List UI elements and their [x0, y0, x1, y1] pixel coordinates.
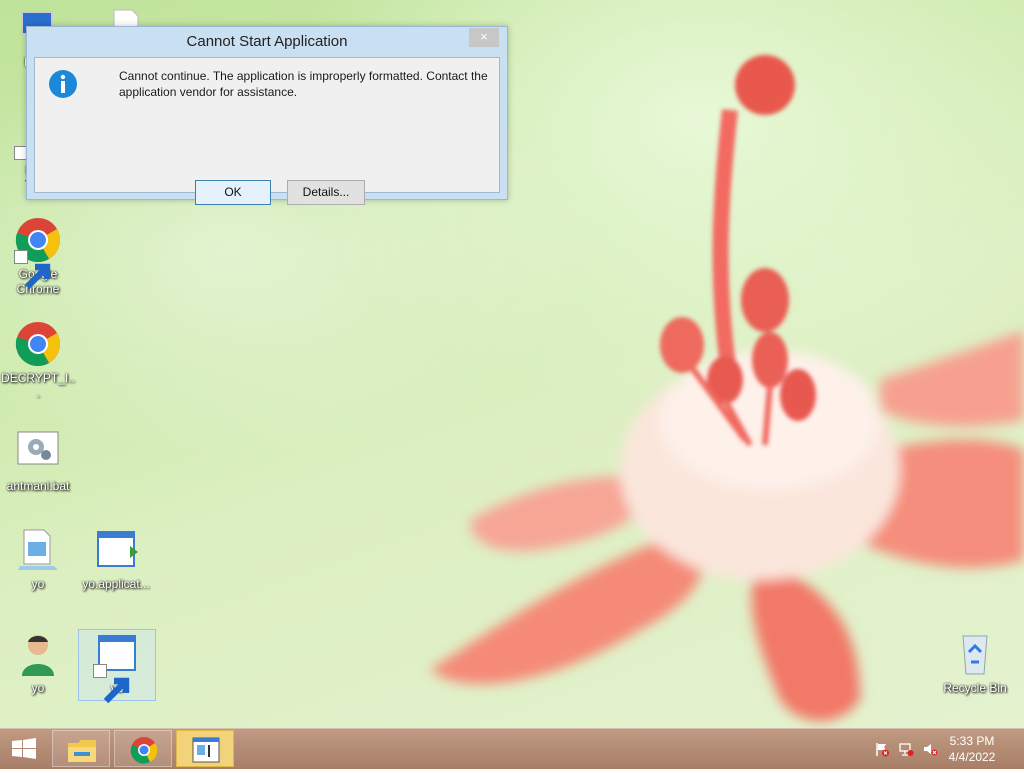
volume-muted-icon[interactable]: [922, 741, 938, 757]
desktop-icon-recycle-bin[interactable]: Recycle Bin: [937, 630, 1013, 696]
taskbar-file-explorer[interactable]: [52, 730, 110, 767]
details-button[interactable]: Details...: [287, 180, 365, 205]
recycle-bin-icon: [951, 630, 999, 678]
clock-time: 5:33 PM: [949, 734, 995, 748]
manifest-icon: [14, 526, 62, 574]
desktop-icon-yo-manifest[interactable]: yo: [0, 526, 76, 592]
application-icon: [92, 526, 140, 574]
taskbar: 5:33 PM 4/4/2022: [0, 728, 1024, 769]
info-icon: [48, 69, 78, 99]
ok-button[interactable]: OK: [195, 180, 271, 205]
network-icon[interactable]: [898, 741, 914, 757]
desktop-icon-yo-application[interactable]: yo.applicat...: [78, 526, 154, 592]
desktop-icon-label: yo.applicat...: [82, 577, 150, 591]
desktop-icon-label: Recycle Bin: [943, 681, 1007, 695]
error-dialog: Cannot Start Application × Cannot contin…: [26, 26, 508, 205]
desktop-icon-decrypt[interactable]: DECRYPT_I...: [0, 320, 76, 401]
dialog-message: Cannot continue. The application is impr…: [119, 69, 488, 99]
application-window-icon: [192, 737, 220, 763]
dialog-title: Cannot Start Application: [186, 33, 348, 50]
chrome-icon: [14, 320, 62, 368]
taskbar-clock[interactable]: 5:33 PM 4/4/2022: [942, 733, 1002, 765]
user-icon: [14, 630, 62, 678]
desktop-icon-yo-shortcut[interactable]: yo: [78, 629, 156, 704]
desktop-icon-yo-user[interactable]: yo: [0, 630, 76, 696]
shortcut-arrow-icon: [14, 250, 51, 290]
desktop-icon-antman-bat[interactable]: antmanl.bat: [0, 428, 76, 494]
taskbar-chrome[interactable]: [114, 730, 172, 767]
desktop-icon-label: yo: [31, 577, 45, 591]
taskbar-application[interactable]: [176, 730, 234, 767]
batch-file-icon: [14, 428, 62, 476]
desktop-icon-label: DECRYPT_I...: [1, 371, 75, 400]
desktop-icon-google-chrome[interactable]: Google Chrome: [0, 216, 76, 297]
folder-icon: [68, 740, 96, 762]
desktop-icon-label: yo: [31, 681, 45, 695]
shortcut-arrow-icon: [93, 664, 130, 704]
action-center-flag-icon[interactable]: [874, 741, 890, 757]
desktop-icon-label: antmanl.bat: [6, 479, 70, 493]
start-button[interactable]: [0, 729, 48, 769]
dialog-body: Cannot continue. The application is impr…: [34, 57, 500, 205]
application-icon: [93, 630, 141, 704]
chrome-icon: [130, 737, 158, 764]
windows-logo-icon: [12, 738, 36, 759]
chrome-icon: [14, 216, 62, 290]
close-button[interactable]: ×: [469, 28, 499, 47]
clock-date: 4/4/2022: [948, 750, 996, 764]
